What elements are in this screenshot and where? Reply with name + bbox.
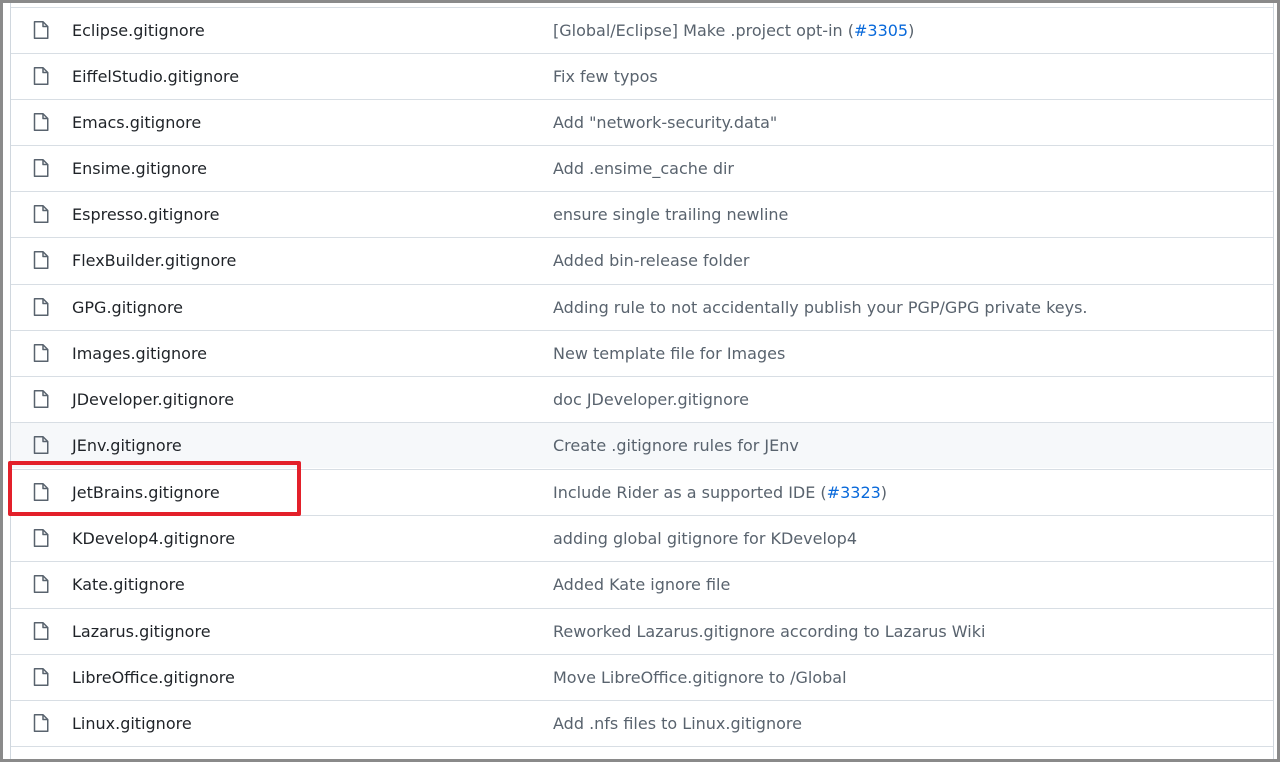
commit-message[interactable]: Add "network-security.data" xyxy=(553,100,777,146)
file-row[interactable]: Ensime.gitignore Add .ensime_cache dir xyxy=(11,145,1273,192)
file-name-link[interactable]: EiffelStudio.gitignore xyxy=(72,54,239,100)
commit-text[interactable]: ensure single trailing newline xyxy=(553,205,788,224)
file-icon xyxy=(33,159,49,177)
file-name-link[interactable]: JDeveloper.gitignore xyxy=(72,377,234,423)
file-row[interactable]: Emacs.gitignore Add "network-security.da… xyxy=(11,99,1273,146)
file-icon xyxy=(33,668,49,686)
file-row[interactable]: Espresso.gitignore ensure single trailin… xyxy=(11,191,1273,238)
commit-text[interactable]: Move LibreOffice.gitignore to /Global xyxy=(553,668,847,687)
commit-text[interactable]: doc JDeveloper.gitignore xyxy=(553,390,749,409)
commit-message[interactable]: Added Kate ignore file xyxy=(553,562,730,608)
commit-message[interactable]: Move LibreOffice.gitignore to /Global xyxy=(553,655,847,701)
file-icon xyxy=(33,344,49,362)
commit-message[interactable]: adding global gitignore for KDevelop4 xyxy=(553,516,857,562)
file-icon xyxy=(33,113,49,131)
file-row[interactable]: Kate.gitignore Added Kate ignore file xyxy=(11,561,1273,608)
file-name-link[interactable]: Kate.gitignore xyxy=(72,562,185,608)
file-row[interactable]: GPG.gitignore Adding rule to not acciden… xyxy=(11,284,1273,331)
file-row[interactable]: Images.gitignore New template file for I… xyxy=(11,330,1273,377)
issue-link[interactable]: #3305 xyxy=(854,21,908,40)
commit-message[interactable]: Add .nfs files to Linux.gitignore xyxy=(553,701,802,747)
file-icon xyxy=(33,21,49,39)
commit-text[interactable]: Fix few typos xyxy=(553,67,658,86)
commit-text-end: ) xyxy=(880,483,888,502)
file-icon xyxy=(33,529,49,547)
file-icon xyxy=(33,483,49,501)
file-name-link[interactable]: LibreOffice.gitignore xyxy=(72,655,235,701)
file-row[interactable]: JEnv.gitignore Create .gitignore rules f… xyxy=(11,422,1273,469)
commit-text[interactable]: Add .nfs files to Linux.gitignore xyxy=(553,714,802,733)
file-name-link[interactable]: JetBrains.gitignore xyxy=(72,470,220,516)
commit-message[interactable]: ensure single trailing newline xyxy=(553,192,788,238)
file-icon xyxy=(33,205,49,223)
commit-message[interactable]: doc JDeveloper.gitignore xyxy=(553,377,749,423)
file-row[interactable]: KDevelop4.gitignore adding global gitign… xyxy=(11,515,1273,562)
commit-text[interactable]: adding global gitignore for KDevelop4 xyxy=(553,529,857,548)
file-row[interactable]: JDeveloper.gitignore doc JDeveloper.giti… xyxy=(11,376,1273,423)
commit-message[interactable]: Include Rider as a supported IDE (#3323) xyxy=(553,470,887,516)
file-icon xyxy=(33,67,49,85)
file-row[interactable]: FlexBuilder.gitignore Added bin-release … xyxy=(11,237,1273,284)
file-row[interactable]: LibreOffice.gitignore Move LibreOffice.g… xyxy=(11,654,1273,701)
file-name-link[interactable]: Images.gitignore xyxy=(72,331,207,377)
file-list: Eclipse.gitignore [Global/Eclipse] Make … xyxy=(10,0,1274,762)
file-row[interactable]: Lazarus.gitignore Reworked Lazarus.gitig… xyxy=(11,608,1273,655)
commit-message[interactable]: Add .ensime_cache dir xyxy=(553,146,734,192)
commit-text[interactable]: Adding rule to not accidentally publish … xyxy=(553,298,1088,317)
commit-text[interactable]: New template file for Images xyxy=(553,344,785,363)
commit-message[interactable]: New template file for Images xyxy=(553,331,785,377)
file-name-link[interactable]: Linux.gitignore xyxy=(72,701,192,747)
file-name-link[interactable]: Lazarus.gitignore xyxy=(72,609,211,655)
file-row[interactable]: Eclipse.gitignore [Global/Eclipse] Make … xyxy=(11,7,1273,54)
file-icon xyxy=(33,298,49,316)
commit-text[interactable]: Create .gitignore rules for JEnv xyxy=(553,436,799,455)
file-name-link[interactable]: GPG.gitignore xyxy=(72,285,183,331)
file-icon xyxy=(33,575,49,593)
commit-message[interactable]: Added bin-release folder xyxy=(553,238,749,284)
commit-message[interactable]: Fix few typos xyxy=(553,54,658,100)
file-icon xyxy=(33,251,49,269)
commit-text[interactable]: Add .ensime_cache dir xyxy=(553,159,734,178)
commit-text[interactable]: Include Rider as a supported IDE ( xyxy=(553,483,827,502)
commit-message[interactable]: Adding rule to not accidentally publish … xyxy=(553,285,1088,331)
commit-text[interactable]: Reworked Lazarus.gitignore according to … xyxy=(553,622,985,641)
issue-link[interactable]: #3323 xyxy=(827,483,881,502)
file-icon xyxy=(33,436,49,454)
commit-message[interactable]: [Global/Eclipse] Make .project opt-in (#… xyxy=(553,8,914,54)
file-name-link[interactable]: FlexBuilder.gitignore xyxy=(72,238,236,284)
commit-text[interactable]: Added Kate ignore file xyxy=(553,575,730,594)
file-name-link[interactable]: KDevelop4.gitignore xyxy=(72,516,235,562)
file-name-link[interactable]: Ensime.gitignore xyxy=(72,146,207,192)
file-row[interactable]: Linux.gitignore Add .nfs files to Linux.… xyxy=(11,700,1273,747)
file-name-link[interactable]: Emacs.gitignore xyxy=(72,100,201,146)
commit-text[interactable]: Add "network-security.data" xyxy=(553,113,777,132)
file-row-bottom-divider xyxy=(11,746,1273,762)
commit-text[interactable]: Added bin-release folder xyxy=(553,251,749,270)
commit-message[interactable]: Create .gitignore rules for JEnv xyxy=(553,423,799,469)
file-row[interactable]: EiffelStudio.gitignore Fix few typos xyxy=(11,53,1273,100)
commit-message[interactable]: Reworked Lazarus.gitignore according to … xyxy=(553,609,985,655)
file-row[interactable]: JetBrains.gitignore Include Rider as a s… xyxy=(11,469,1273,516)
file-icon xyxy=(33,622,49,640)
file-name-link[interactable]: JEnv.gitignore xyxy=(72,423,182,469)
file-icon xyxy=(33,714,49,732)
file-name-link[interactable]: Espresso.gitignore xyxy=(72,192,219,238)
commit-text[interactable]: [Global/Eclipse] Make .project opt-in ( xyxy=(553,21,854,40)
file-icon xyxy=(33,390,49,408)
file-name-link[interactable]: Eclipse.gitignore xyxy=(72,8,205,54)
commit-text-end: ) xyxy=(908,21,915,40)
